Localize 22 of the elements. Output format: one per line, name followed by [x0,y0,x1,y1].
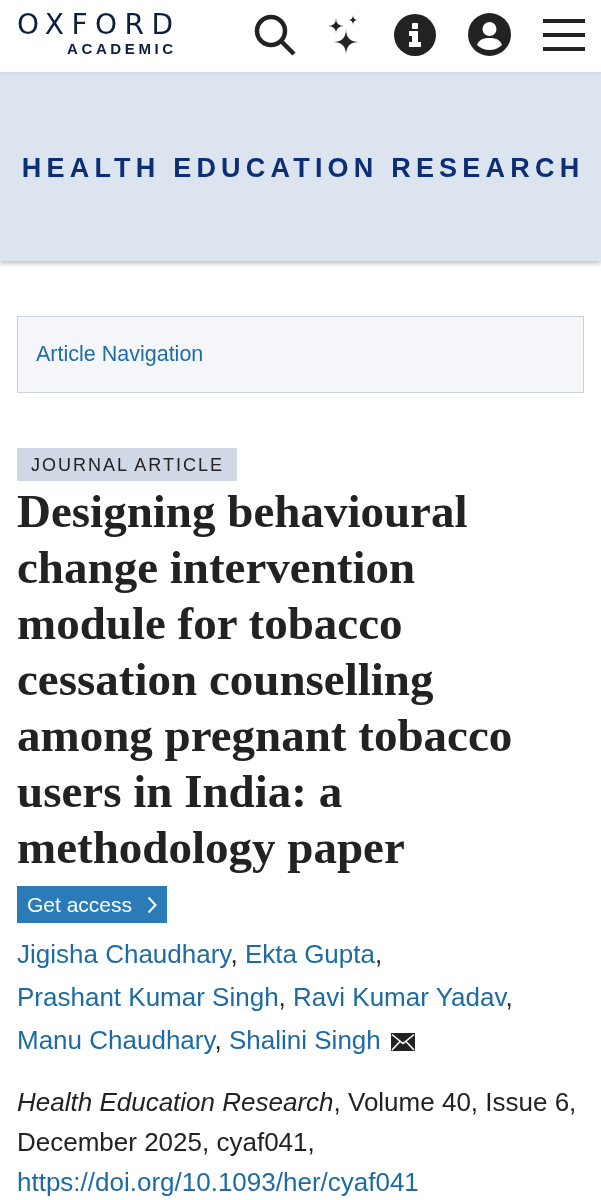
article-navigation-button[interactable]: Article Navigation [17,316,584,393]
chevron-right-icon [147,895,158,914]
journal-title: HEALTH EDUCATION RESEARCH [21,152,585,184]
get-access-button[interactable]: Get access [17,886,168,923]
author-link[interactable]: Ravi Kumar Yadav [293,982,506,1012]
article-type-tag: JOURNAL ARTICLE [17,448,238,481]
author-list: Jigisha Chaudhary, Ekta Gupta, Prashant Kumar Singh, Ravi Kumar Yadav, Manu Chaudhary, Shalini Singh [17,933,584,1062]
menu-icon[interactable] [543,18,585,51]
author-link[interactable]: Shalini Singh [229,1025,381,1055]
user-icon[interactable] [468,13,511,56]
info-icon[interactable] [394,13,436,56]
citation-text: Health Education Research, Volume 40, Issue 6, December 2025, cyaf041, https://doi.org/10.1093/her/cyaf041 [17,1086,578,1199]
author-link[interactable]: Prashant Kumar Singh [17,982,279,1012]
author-link[interactable]: Jigisha Chaudhary [17,939,231,969]
logo-subtitle[interactable]: ACADEMIC [67,40,177,57]
article-title: Designing behavioural change intervention module for tobacco cessation counselling among pregnant tobacco users in India: a methodology paper [17,484,514,875]
envelope-icon[interactable] [390,1033,415,1051]
search-icon[interactable] [254,13,296,56]
author-link[interactable]: Manu Chaudhary [17,1025,215,1055]
logo-wordmark[interactable]: OXFORD [17,11,181,38]
author-link[interactable]: Ekta Gupta [244,939,375,969]
doi-link[interactable]: https://doi.org/10.1093/her/cyaf041 [17,1167,419,1197]
